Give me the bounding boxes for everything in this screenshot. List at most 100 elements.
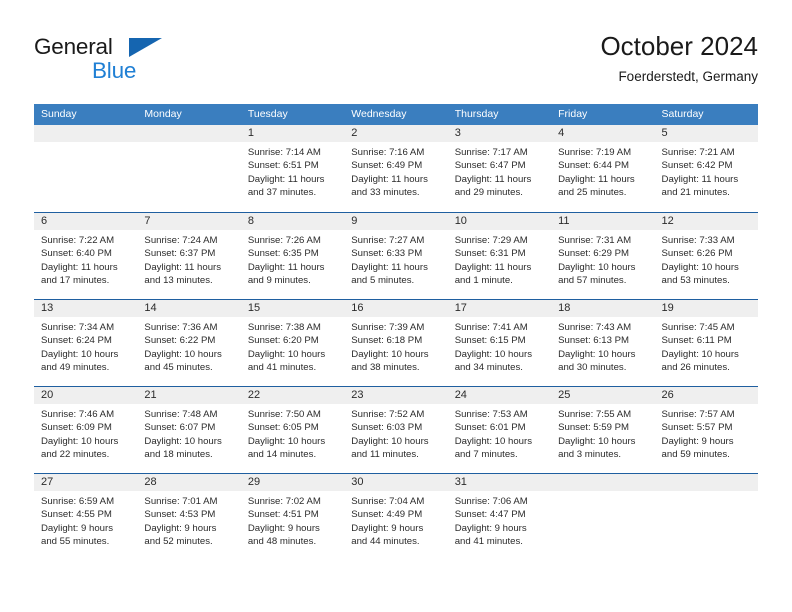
calendar-week-row: 1 Sunrise: 7:14 AM Sunset: 6:51 PM Daylight…	[34, 125, 758, 212]
sunrise-time: Sunrise: 7:34 AM	[41, 322, 115, 333]
sunrise-time: Sunrise: 7:04 AM	[351, 496, 425, 507]
sunset-time: Sunset: 6:26 PM	[661, 248, 733, 260]
day-number: 31	[447, 474, 552, 491]
calendar-day-cell[interactable]: 8 Sunrise: 7:26 AM Sunset: 6:35 PM Daylight…	[240, 213, 345, 299]
calendar-day-cell[interactable]: 7 Sunrise: 7:24 AM Sunset: 6:37 PM Daylight…	[137, 213, 241, 299]
daylight-duration-line1: Daylight: 10 hours	[661, 261, 739, 273]
daylight-duration-line1: Daylight: 11 hours	[661, 173, 739, 185]
calendar-day-cell[interactable]: 13 Sunrise: 7:34 AM Sunset: 6:24 PM Dayligh…	[34, 300, 138, 386]
calendar-day-cell[interactable]: 14 Sunrise: 7:36 AM Sunset: 6:22 PM Dayligh…	[137, 300, 241, 386]
calendar-day-cell[interactable]: 16 Sunrise: 7:39 AM Sunset: 6:18 PM Dayligh…	[344, 300, 448, 386]
sunset-time: Sunset: 6:51 PM	[247, 160, 319, 172]
calendar-day-cell[interactable]: 23 Sunrise: 7:52 AM Sunset: 6:03 PM Dayligh…	[344, 387, 448, 473]
sunrise-time: Sunrise: 7:17 AM	[454, 147, 528, 158]
calendar-day-cell[interactable]: 22 Sunrise: 7:50 AM Sunset: 6:05 PM Dayligh…	[240, 387, 345, 473]
daylight-duration-line2: and 57 minutes.	[558, 275, 627, 287]
calendar-day-cell[interactable]: 15 Sunrise: 7:38 AM Sunset: 6:20 PM Dayligh…	[240, 300, 345, 386]
daylight-duration-line2: and 49 minutes.	[41, 362, 110, 374]
calendar-day-cell[interactable]: 31 Sunrise: 7:06 AM Sunset: 4:47 PM Dayligh…	[447, 474, 552, 560]
calendar-day-cell[interactable]: 24 Sunrise: 7:53 AM Sunset: 6:01 PM Dayligh…	[447, 387, 552, 473]
sunset-time: Sunset: 4:47 PM	[454, 509, 526, 521]
day-number: 10	[447, 213, 552, 230]
sunset-time: Sunset: 6:09 PM	[41, 422, 112, 434]
sunrise-time: Sunrise: 7:16 AM	[351, 147, 425, 158]
calendar-day-cell[interactable]: 29 Sunrise: 7:02 AM Sunset: 4:51 PM Dayligh…	[240, 474, 345, 560]
daylight-duration-line1: Daylight: 11 hours	[454, 261, 532, 273]
daylight-duration-line2: and 21 minutes.	[661, 187, 730, 199]
calendar-grid: Sunday Monday Tuesday Wednesday Thursday…	[34, 104, 758, 560]
calendar-day-cell[interactable]: 5 Sunrise: 7:21 AM Sunset: 6:42 PM Daylight…	[654, 125, 758, 212]
title-block: October 2024 Foerderstedt, Germany	[600, 30, 758, 86]
calendar-day-cell[interactable]: 26 Sunrise: 7:57 AM Sunset: 5:57 PM Dayligh…	[654, 387, 758, 473]
day-details: Sunrise: 7:24 AM Sunset: 6:37 PM Daylight:…	[137, 230, 240, 288]
daylight-duration-line1: Daylight: 11 hours	[558, 173, 635, 185]
sunset-time: Sunset: 6:31 PM	[454, 248, 526, 260]
daylight-duration-line1: Daylight: 9 hours	[41, 522, 113, 534]
sunset-time: Sunset: 4:53 PM	[144, 509, 216, 521]
calendar-day-cell[interactable]: 20 Sunrise: 7:46 AM Sunset: 6:09 PM Dayligh…	[34, 387, 138, 473]
daylight-duration-line1: Daylight: 10 hours	[41, 348, 119, 360]
day-number: 29	[240, 474, 345, 491]
day-number: 6	[34, 213, 138, 230]
daylight-duration-line1: Daylight: 9 hours	[661, 435, 734, 447]
sunset-time: Sunset: 4:49 PM	[351, 509, 423, 521]
calendar-day-cell[interactable]: 6 Sunrise: 7:22 AM Sunset: 6:40 PM Daylight…	[34, 213, 138, 299]
calendar-day-cell[interactable]: 25 Sunrise: 7:55 AM Sunset: 5:59 PM Dayligh…	[551, 387, 655, 473]
sunrise-time: Sunrise: 6:59 AM	[41, 496, 115, 507]
sunrise-time: Sunrise: 7:45 AM	[661, 322, 735, 333]
calendar-day-cell[interactable]: 4 Sunrise: 7:19 AM Sunset: 6:44 PM Daylight…	[551, 125, 655, 212]
calendar-day-cell[interactable]: 19 Sunrise: 7:45 AM Sunset: 6:11 PM Dayligh…	[654, 300, 758, 386]
daylight-duration-line1: Daylight: 10 hours	[558, 435, 636, 447]
logo-text-blue: Blue	[92, 58, 137, 83]
daylight-duration-line1: Daylight: 10 hours	[144, 435, 222, 447]
day-details: Sunrise: 6:59 AM Sunset: 4:55 PM Daylight:…	[34, 491, 137, 549]
day-details: Sunrise: 7:55 AM Sunset: 5:59 PM Daylight:…	[551, 404, 654, 462]
day-number: 20	[34, 387, 138, 404]
daylight-duration-line2: and 26 minutes.	[661, 362, 730, 374]
calendar-day-cell[interactable]: 2 Sunrise: 7:16 AM Sunset: 6:49 PM Daylight…	[344, 125, 448, 212]
sunrise-time: Sunrise: 7:52 AM	[351, 409, 425, 420]
daylight-duration-line2: and 45 minutes.	[144, 362, 213, 374]
calendar-week-row: 6 Sunrise: 7:22 AM Sunset: 6:40 PM Daylight…	[34, 212, 758, 299]
day-number: 19	[654, 300, 758, 317]
day-number: 8	[240, 213, 345, 230]
calendar-day-cell[interactable]: 30 Sunrise: 7:04 AM Sunset: 4:49 PM Dayligh…	[344, 474, 448, 560]
calendar-day-cell[interactable]: 10 Sunrise: 7:29 AM Sunset: 6:31 PM Dayligh…	[447, 213, 552, 299]
calendar-day-cell[interactable]: 17 Sunrise: 7:41 AM Sunset: 6:15 PM Dayligh…	[447, 300, 552, 386]
general-blue-logo[interactable]: General Blue	[34, 34, 234, 94]
daylight-duration-line2: and 41 minutes.	[454, 536, 523, 548]
day-number: 24	[447, 387, 552, 404]
sunrise-time: Sunrise: 7:50 AM	[247, 409, 321, 420]
sunrise-time: Sunrise: 7:21 AM	[661, 147, 735, 158]
calendar-day-cell[interactable]: 12 Sunrise: 7:33 AM Sunset: 6:26 PM Dayligh…	[654, 213, 758, 299]
calendar-cell-empty	[137, 125, 241, 212]
calendar-day-cell[interactable]: 11 Sunrise: 7:31 AM Sunset: 6:29 PM Dayligh…	[551, 213, 655, 299]
day-details: Sunrise: 7:34 AM Sunset: 6:24 PM Daylight:…	[34, 317, 137, 375]
day-details: Sunrise: 7:38 AM Sunset: 6:20 PM Daylight:…	[241, 317, 344, 375]
sunset-time: Sunset: 6:49 PM	[351, 160, 423, 172]
sunset-time: Sunset: 6:13 PM	[558, 335, 630, 347]
sunrise-time: Sunrise: 7:48 AM	[144, 409, 218, 420]
calendar-cell-empty	[34, 125, 138, 212]
calendar-day-cell[interactable]: 1 Sunrise: 7:14 AM Sunset: 6:51 PM Daylight…	[240, 125, 345, 212]
day-details: Sunrise: 7:26 AM Sunset: 6:35 PM Daylight:…	[241, 230, 344, 288]
daylight-duration-line1: Daylight: 11 hours	[351, 261, 428, 273]
sunrise-time: Sunrise: 7:24 AM	[144, 235, 218, 246]
day-details: Sunrise: 7:31 AM Sunset: 6:29 PM Daylight:…	[551, 230, 654, 288]
sunset-time: Sunset: 6:15 PM	[454, 335, 526, 347]
sunrise-time: Sunrise: 7:01 AM	[144, 496, 218, 507]
weekday-header-monday: Monday	[144, 108, 182, 120]
calendar-day-cell[interactable]: 18 Sunrise: 7:43 AM Sunset: 6:13 PM Dayligh…	[551, 300, 655, 386]
daylight-duration-line1: Daylight: 11 hours	[144, 261, 222, 273]
calendar-day-cell[interactable]: 28 Sunrise: 7:01 AM Sunset: 4:53 PM Dayligh…	[137, 474, 241, 560]
daylight-duration-line2: and 37 minutes.	[247, 187, 317, 199]
sunset-time: Sunset: 4:55 PM	[41, 509, 112, 521]
daylight-duration-line1: Daylight: 10 hours	[144, 348, 222, 360]
calendar-day-cell[interactable]: 27 Sunrise: 6:59 AM Sunset: 4:55 PM Dayligh…	[34, 474, 138, 560]
calendar-day-cell[interactable]: 9 Sunrise: 7:27 AM Sunset: 6:33 PM Daylight…	[344, 213, 448, 299]
daylight-duration-line2: and 1 minute.	[454, 275, 513, 287]
day-details: Sunrise: 7:02 AM Sunset: 4:51 PM Daylight:…	[241, 491, 344, 549]
day-details: Sunrise: 7:41 AM Sunset: 6:15 PM Daylight:…	[448, 317, 551, 375]
calendar-day-cell[interactable]: 21 Sunrise: 7:48 AM Sunset: 6:07 PM Dayligh…	[137, 387, 241, 473]
calendar-day-cell[interactable]: 3 Sunrise: 7:17 AM Sunset: 6:47 PM Daylight…	[447, 125, 552, 212]
